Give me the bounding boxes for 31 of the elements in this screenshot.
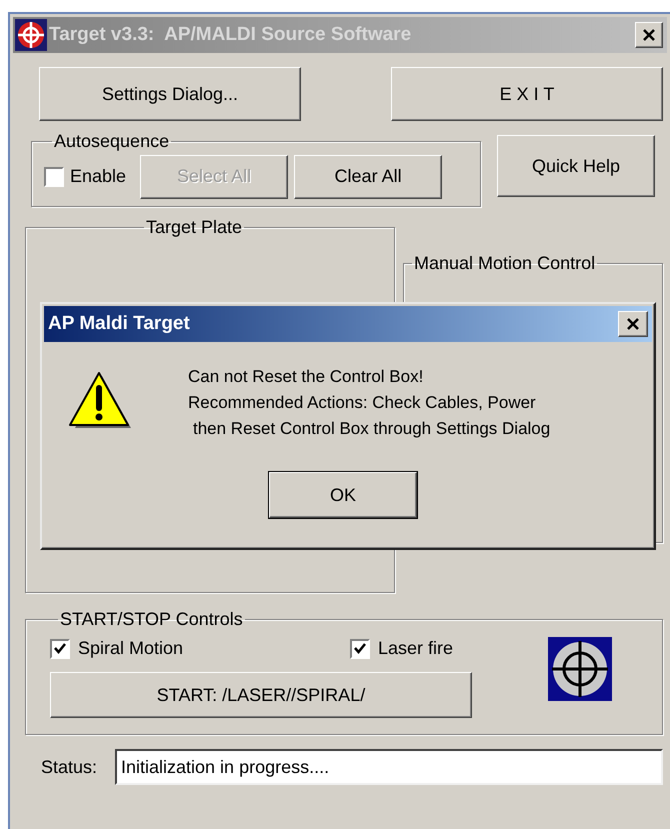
group-title: Autosequence	[53, 131, 170, 151]
group-title: START/STOP Controls	[59, 609, 244, 629]
status-label: Status:	[41, 756, 98, 778]
close-button[interactable]	[635, 22, 663, 48]
checkbox-label: Spiral Motion	[78, 637, 184, 660]
close-button[interactable]	[618, 311, 648, 337]
checkbox[interactable]	[44, 166, 64, 186]
checkbox[interactable]	[50, 638, 70, 658]
toolbar-button[interactable]: Settings Dialog...	[39, 67, 301, 121]
checkmark-icon	[354, 643, 366, 654]
status-field[interactable]: Initialization in progress....	[115, 749, 663, 785]
close-icon	[626, 317, 640, 331]
checkbox[interactable]	[350, 638, 370, 658]
window-title: Target v3.3: AP/MALDI Source Software	[49, 22, 412, 47]
dialog-title: AP Maldi Target	[48, 312, 190, 336]
checkbox-label: Laser fire	[378, 637, 454, 660]
logo-icon	[15, 19, 47, 51]
toolbar-button[interactable]: E X I T	[391, 67, 663, 121]
message-text: then Reset Control Box through Settings Dialog	[192, 418, 550, 440]
checkmark-icon	[54, 643, 66, 654]
quick-help-button[interactable]: Quick Help	[497, 135, 655, 197]
action-button[interactable]: Clear All	[294, 154, 442, 198]
group-title: Manual Motion Control	[413, 253, 596, 273]
message-text: Can not Reset the Control Box!	[188, 366, 424, 388]
start-button[interactable]: START: /LASER//SPIRAL/	[50, 672, 472, 718]
ok-button[interactable]: OK	[269, 472, 417, 518]
group-title: Target Plate	[145, 217, 244, 237]
message-text: Recommended Actions: Check Cables, Power	[188, 392, 537, 414]
close-icon	[642, 28, 656, 42]
checkbox-label: Enable	[70, 165, 126, 188]
crosshair-icon	[548, 637, 612, 701]
